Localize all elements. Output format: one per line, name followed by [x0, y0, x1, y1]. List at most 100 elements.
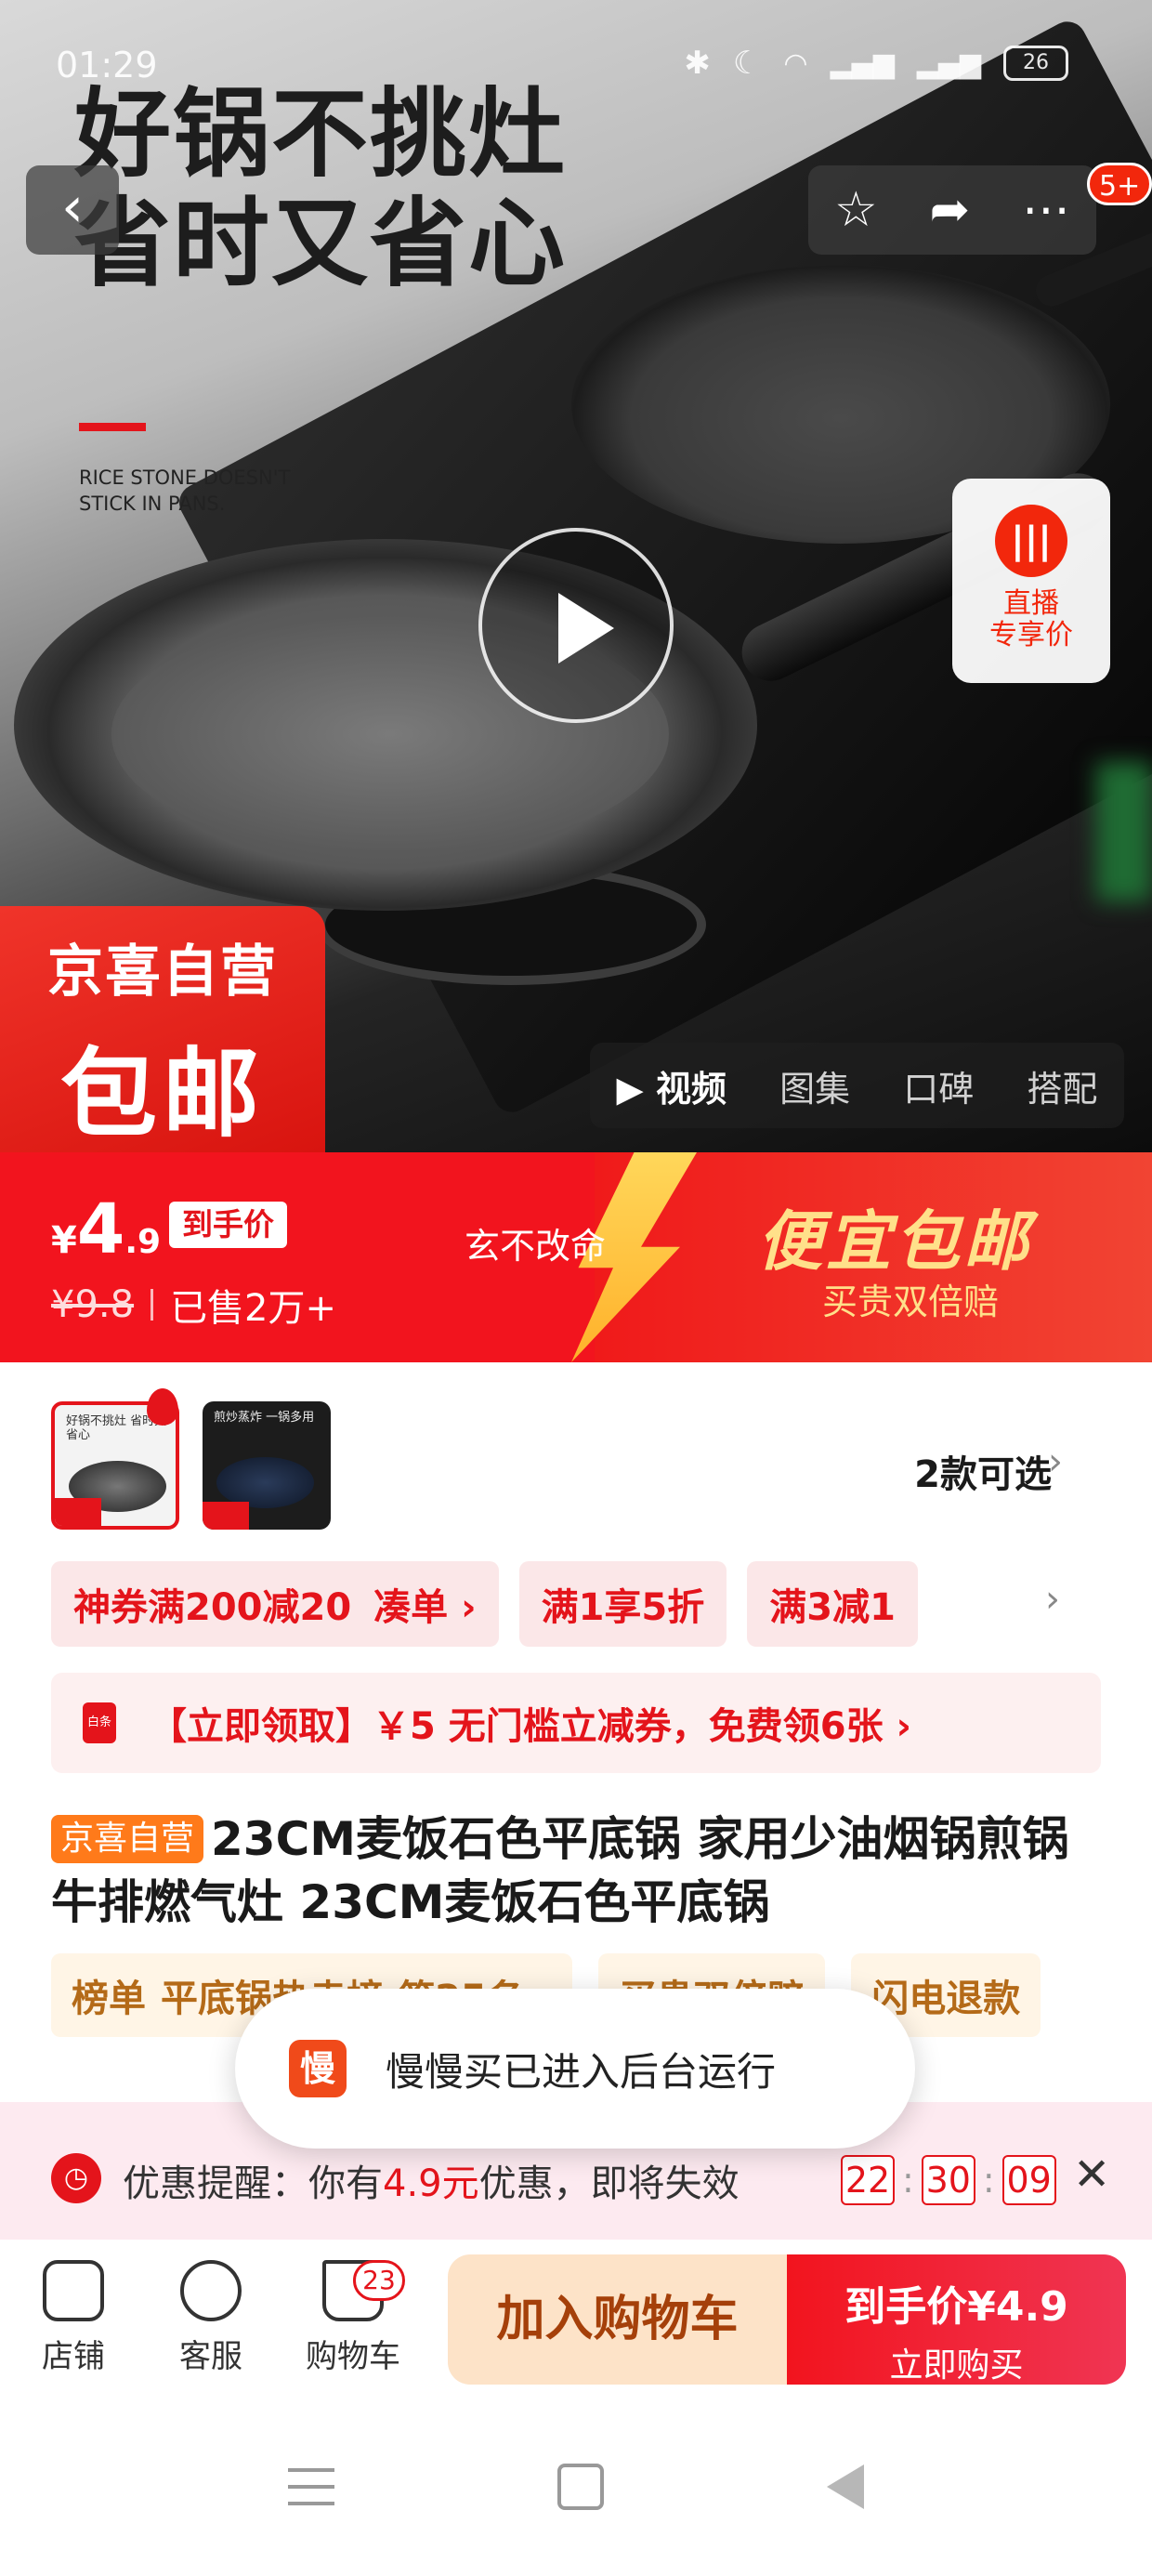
tab-reviews[interactable]: 口碑 [903, 1060, 974, 1111]
hot-flame-icon [147, 1388, 178, 1426]
nav-cart-label: 购物车 [306, 2338, 400, 2375]
claim-coupon-bar[interactable]: 白条 【立即领取】￥5 无门槛立减券，免费领6张 › [51, 1673, 1101, 1773]
chevron-right-icon[interactable]: › [1045, 1578, 1060, 1621]
baitiao-icon: 白条 [83, 1702, 116, 1743]
bottom-action-bar: 店铺 客服 购物车 23 加入购物车 到手价¥4.9 立即购买 [0, 2240, 1152, 2398]
shop-tag: 京喜自营 [51, 1815, 204, 1863]
cart-count-badge: 23 [353, 2260, 405, 2301]
live-stream-card[interactable]: ||| 直播 专享价 [952, 479, 1110, 683]
nav-shop-label: 店铺 [42, 2338, 105, 2375]
tab-video[interactable]: ▶ 视频 [617, 1060, 727, 1111]
variant-thumb-2-badge [203, 1502, 249, 1530]
status-icons: ✱ ☾ ◠ ▂▄▆ ▂▄▆ 26 [684, 45, 1068, 82]
product-title-text: 23CM麦饭石色平底锅 家用少油烟锅煎锅牛排燃气灶 23CM麦饭石色平底锅 [51, 1812, 1069, 1929]
toast-text: 慢慢买已进入后台运行 [386, 2048, 777, 2095]
price-decimal: .9 [124, 1223, 162, 1261]
jingxi-free-shipping-badge: 京喜自营 包邮 [0, 906, 325, 1152]
variant-thumb-2-pan [216, 1457, 314, 1508]
claim-coupon-text: 【立即领取】￥5 无门槛立减券，免费领6张 › [150, 1705, 911, 1748]
manmanmai-app-icon: 慢 [289, 2040, 347, 2097]
coupon-row: 神券满200减20 凑单 › 满1享5折 满3减1 [51, 1561, 1152, 1647]
sold-count: 已售2万+ [170, 1287, 337, 1330]
final-price: ¥ 4 .9 [51, 1189, 161, 1269]
timer-colon: : [982, 2160, 995, 2201]
timer-hours: 22 [841, 2155, 895, 2205]
divider [151, 1289, 154, 1321]
live-label-line1: 直播 [1003, 587, 1059, 620]
banner-middle-text: 玄不改命 [465, 1226, 607, 1267]
nav-service[interactable]: 客服 [160, 2260, 262, 2376]
slogan-divider [79, 423, 146, 431]
store-icon [43, 2260, 104, 2321]
wifi-icon: ◠ [783, 46, 808, 80]
signal-5g-icon-1: ▂▄▆ [830, 46, 895, 80]
timer-seconds: 09 [1001, 2155, 1056, 2205]
coupon-buy3-label: 满3减1 [769, 1586, 896, 1629]
back-triangle-icon[interactable] [827, 2464, 864, 2509]
buy-now-button[interactable]: 到手价¥4.9 立即购买 [787, 2254, 1126, 2385]
add-to-cart-button[interactable]: 加入购物车 [448, 2254, 787, 2385]
background-running-toast: 慢 慢慢买已进入后台运行 [235, 1989, 915, 2149]
chevron-right-icon: › [1048, 1440, 1063, 1483]
coupon-discount[interactable]: 满1享5折 [518, 1561, 727, 1647]
message-badge: 5+ [1087, 163, 1152, 205]
buy-now-label: 立即购买 [889, 2346, 1024, 2385]
hero-slogan-line1: 好锅不挑灶 [74, 77, 568, 191]
tab-bundles[interactable]: 搭配 [1027, 1060, 1097, 1111]
do-not-disturb-icon: ☾ [732, 45, 762, 82]
recent-apps-icon[interactable] [288, 2468, 334, 2505]
variant-count[interactable]: 2款可选 [914, 1444, 1052, 1498]
original-price: ¥9.8 [51, 1283, 135, 1326]
promo-amount: 4.9元 [383, 2162, 479, 2205]
status-bar: 01:29 ✱ ☾ ◠ ▂▄▆ ▂▄▆ 26 [0, 0, 1152, 85]
tab-gallery[interactable]: 图集 [779, 1060, 850, 1111]
coupon-voucher[interactable]: 神券满200减20 凑单 › [51, 1561, 499, 1647]
badge-line2: 包邮 [59, 1037, 265, 1150]
status-time: 01:29 [56, 45, 158, 85]
chevron-left-icon: ‹ [61, 175, 84, 240]
media-tabs: ▶ 视频 图集 口碑 搭配 [590, 1043, 1124, 1128]
customer-service-icon [180, 2260, 242, 2321]
rank-chip-label: 榜单 [72, 1978, 146, 2020]
coupon-voucher-label: 神券满200减20 [73, 1586, 352, 1629]
variant-selector[interactable]: 好锅不挑灶 省时又省心 煎炒蒸炸 一锅多用 2款可选 › [0, 1362, 1152, 1548]
hero-slogan: 好锅不挑灶 省时又省心 [74, 79, 567, 298]
live-label-line2: 专享价 [989, 619, 1073, 651]
countdown-timer: 22 : 30 : 09 [841, 2155, 1056, 2205]
more-icon[interactable]: ⋯ [1022, 182, 1070, 238]
variant-thumb-2-text: 煎炒蒸炸 一锅多用 [214, 1411, 315, 1425]
variant-thumb-1-badge [55, 1498, 101, 1526]
nav-shop[interactable]: 店铺 [22, 2260, 124, 2376]
back-button[interactable]: ‹ [26, 165, 119, 255]
battery-icon: 26 [1003, 46, 1068, 81]
buy-now-price: 到手价¥4.9 [844, 2283, 1068, 2331]
hero-slogan-sub: RICE STONE DOESN'T STICK IN PANS. [79, 467, 291, 515]
promo-suffix: 优惠，即将失效 [478, 2162, 740, 2205]
home-icon[interactable] [557, 2464, 604, 2510]
banner-slogan: 便宜包邮 [757, 1203, 1032, 1280]
close-icon[interactable]: ✕ [1073, 2149, 1110, 2201]
product-hero-image[interactable]: 好锅不挑灶 省时又省心 RICE STONE DOESN'T STICK IN … [0, 0, 1152, 1152]
nav-service-label: 客服 [179, 2338, 242, 2375]
background-plant [1096, 762, 1152, 901]
hero-slogan-line2: 省时又省心 [74, 187, 568, 300]
signal-5g-icon-2: ▂▄▆ [916, 46, 981, 80]
top-action-pill: ☆ ➦ ⋯ [808, 165, 1096, 255]
favorite-star-icon[interactable]: ☆ [834, 182, 878, 238]
live-bars-icon: ||| [995, 505, 1067, 577]
badge-line1: 京喜自营 [47, 940, 278, 1005]
price-integer: 4 [76, 1189, 125, 1269]
timer-colon: : [902, 2160, 914, 2201]
variant-thumb-2[interactable]: 煎炒蒸炸 一锅多用 [203, 1401, 331, 1530]
tab-video-label: 视频 [656, 1068, 727, 1110]
share-icon[interactable]: ➦ [930, 182, 971, 238]
price-tag: 到手价 [169, 1202, 287, 1248]
timer-minutes: 30 [921, 2155, 975, 2205]
play-video-button[interactable] [478, 528, 674, 723]
banner-slogan-sub: 买贵双倍赔 [822, 1281, 1000, 1322]
coupon-discount-label: 满1享5折 [541, 1586, 705, 1629]
original-price-row: ¥9.8 已售2万+ [51, 1278, 336, 1332]
promo-prefix: 优惠提醒：你有 [123, 2162, 383, 2205]
coupon-buy3[interactable]: 满3减1 [747, 1561, 918, 1647]
system-navigation-bar [0, 2398, 1152, 2576]
